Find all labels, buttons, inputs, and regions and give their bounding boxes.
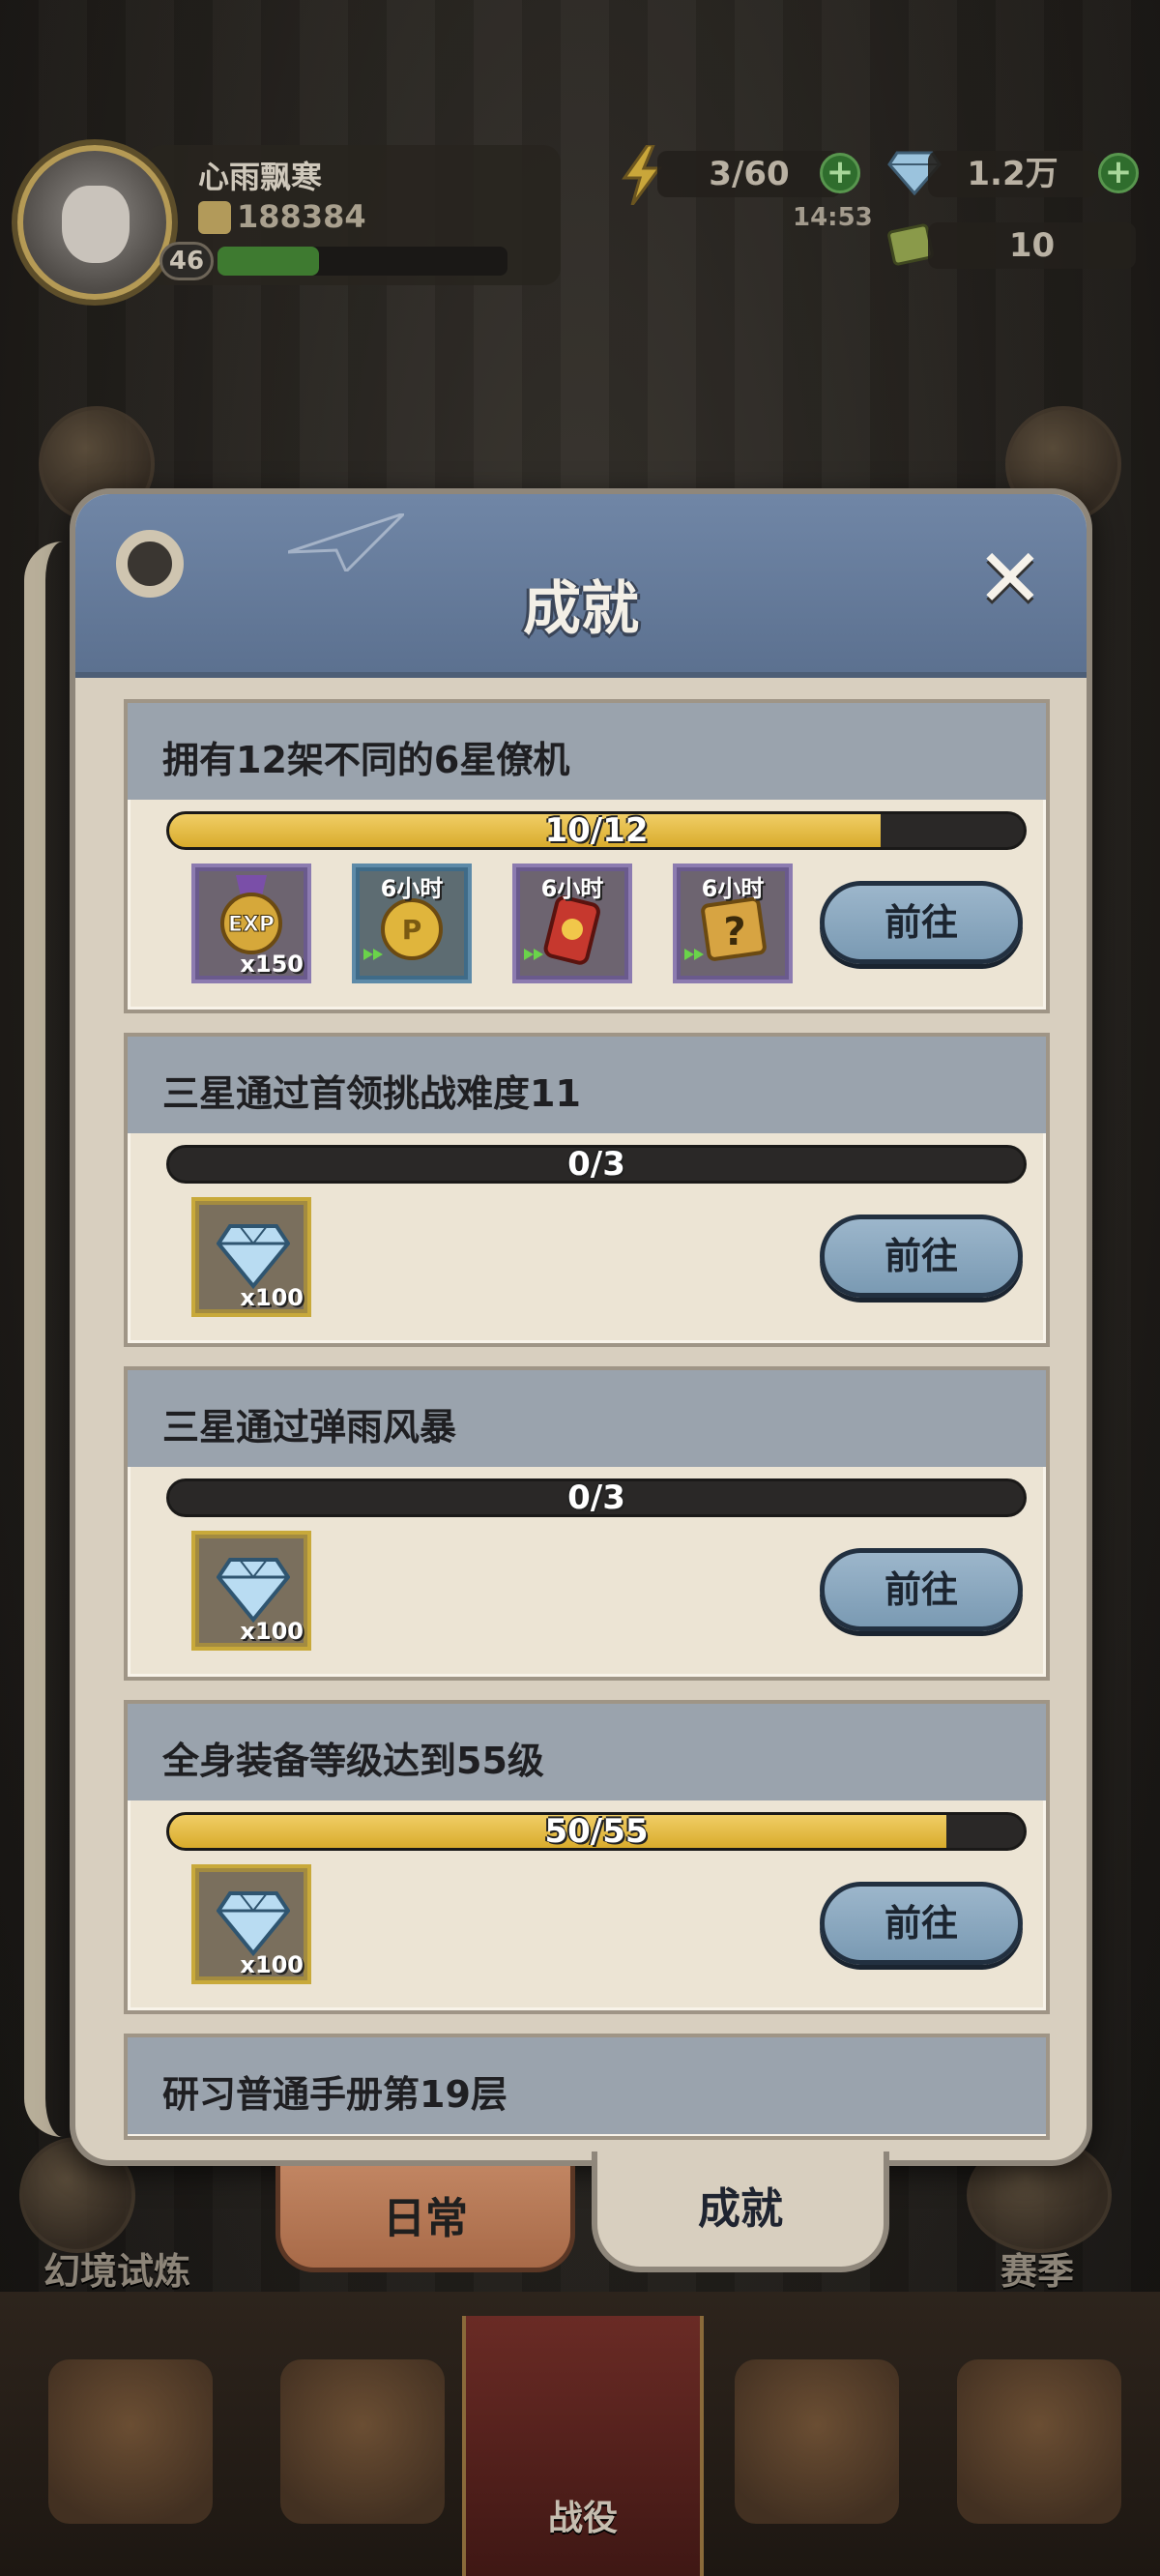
add-stamina-button[interactable]: + [820, 153, 860, 193]
achievement-progress-text: 0/3 [567, 1478, 625, 1517]
achievement-progress-text: 0/3 [567, 1145, 625, 1184]
nav-chest-icon[interactable] [48, 2359, 213, 2524]
reward-duration: 6小时 [380, 875, 444, 902]
go-button[interactable]: 前往 [820, 881, 1023, 964]
tab-daily[interactable]: 日常 [276, 2166, 575, 2272]
nav-pilot-icon[interactable] [735, 2359, 899, 2524]
tab-achievements[interactable]: 成就 [592, 2152, 889, 2272]
achievement-card: 三星通过弹雨风暴 0/3 x100 前往 [124, 1366, 1050, 1681]
go-button[interactable]: 前往 [820, 1882, 1023, 1965]
reward-exp-medal[interactable]: EXP x150 [191, 864, 311, 983]
reward-gold-coin-boost[interactable]: P 6小时 [352, 864, 472, 983]
diamond-value: 1.2万 [928, 151, 1097, 197]
stamina-value: 3/60 [657, 151, 841, 197]
reward-duration: 6小时 [540, 875, 604, 902]
achievement-progress-bar: 50/55 [166, 1812, 1027, 1851]
player-power: 188384 [237, 198, 366, 235]
season-label[interactable]: 赛季 [1000, 2241, 1074, 2295]
reward-diamond[interactable]: x100 [191, 1531, 311, 1651]
illusion-trial-label[interactable]: 幻境试炼 [44, 2241, 190, 2295]
achievement-title: 三星通过弹雨风暴 [162, 1406, 457, 1449]
nav-campaign-label: 战役 [547, 2499, 618, 2538]
reward-diamond[interactable]: x100 [191, 1197, 311, 1317]
achievement-card: 拥有12架不同的6星僚机 10/12 EXP x150 P 6小时 6小时 ? … [124, 699, 1050, 1013]
achievement-card: 全身装备等级达到55级 50/55 x100 前往 [124, 1700, 1050, 2014]
ticket-value: 10 [928, 222, 1136, 269]
achievement-card: 研习普通手册第19层 [124, 2034, 1050, 2140]
achievement-title: 拥有12架不同的6星僚机 [162, 739, 570, 781]
reward-mystery-scroll-boost[interactable]: ? 6小时 [673, 864, 793, 983]
achievement-title: 全身装备等级达到55级 [162, 1740, 544, 1782]
reward-count: x150 [240, 951, 304, 978]
player-level-badge: 46 [160, 242, 214, 280]
achievement-title: 研习普通手册第19层 [162, 2073, 508, 2116]
panel-title: 成就 [523, 575, 639, 643]
achievement-title: 三星通过首领挑战难度11 [162, 1072, 581, 1115]
diamond-icon [217, 1224, 290, 1290]
go-button[interactable]: 前往 [820, 1215, 1023, 1298]
svg-text:P: P [402, 914, 422, 946]
achievement-card: 三星通过首领挑战难度11 0/3 x100 前往 [124, 1033, 1050, 1347]
achievement-progress-bar: 0/3 [166, 1478, 1027, 1517]
add-diamonds-button[interactable]: + [1098, 153, 1139, 193]
reward-count: x100 [240, 1618, 304, 1645]
reward-diamond[interactable]: x100 [191, 1864, 311, 1984]
reward-count: x100 [240, 1284, 304, 1311]
nav-shop-icon[interactable] [280, 2359, 445, 2524]
diamond-icon [217, 1558, 290, 1624]
panel-header: 成就 ✕ [75, 494, 1087, 678]
refresh-timer: 14:53 [793, 203, 873, 232]
achievement-progress-bar: 0/3 [166, 1145, 1027, 1184]
rope-ring-decoration [116, 530, 184, 598]
player-avatar[interactable] [17, 145, 172, 300]
achievement-progress-text: 10/12 [544, 811, 649, 850]
achievement-progress-text: 50/55 [544, 1812, 649, 1851]
go-button[interactable]: 前往 [820, 1548, 1023, 1631]
xp-bar [218, 247, 508, 276]
svg-text:EXP: EXP [228, 913, 275, 937]
nav-medal-icon[interactable] [957, 2359, 1121, 2524]
achievement-panel: 成就 ✕ 拥有12架不同的6星僚机 10/12 EXP x150 P 6小时 6… [70, 488, 1092, 2166]
reward-count: x100 [240, 1951, 304, 1978]
achievement-progress-bar: 10/12 [166, 811, 1027, 850]
avatar-face-icon [62, 186, 130, 263]
svg-text:?: ? [723, 910, 745, 954]
reward-red-can-boost[interactable]: 6小时 [512, 864, 632, 983]
reward-duration: 6小时 [701, 875, 765, 902]
player-name: 心雨飘寒 [198, 159, 323, 195]
diamond-icon [217, 1891, 290, 1957]
close-button[interactable]: ✕ [967, 535, 1054, 622]
xp-bar-fill [218, 247, 319, 276]
power-icon [198, 201, 231, 234]
